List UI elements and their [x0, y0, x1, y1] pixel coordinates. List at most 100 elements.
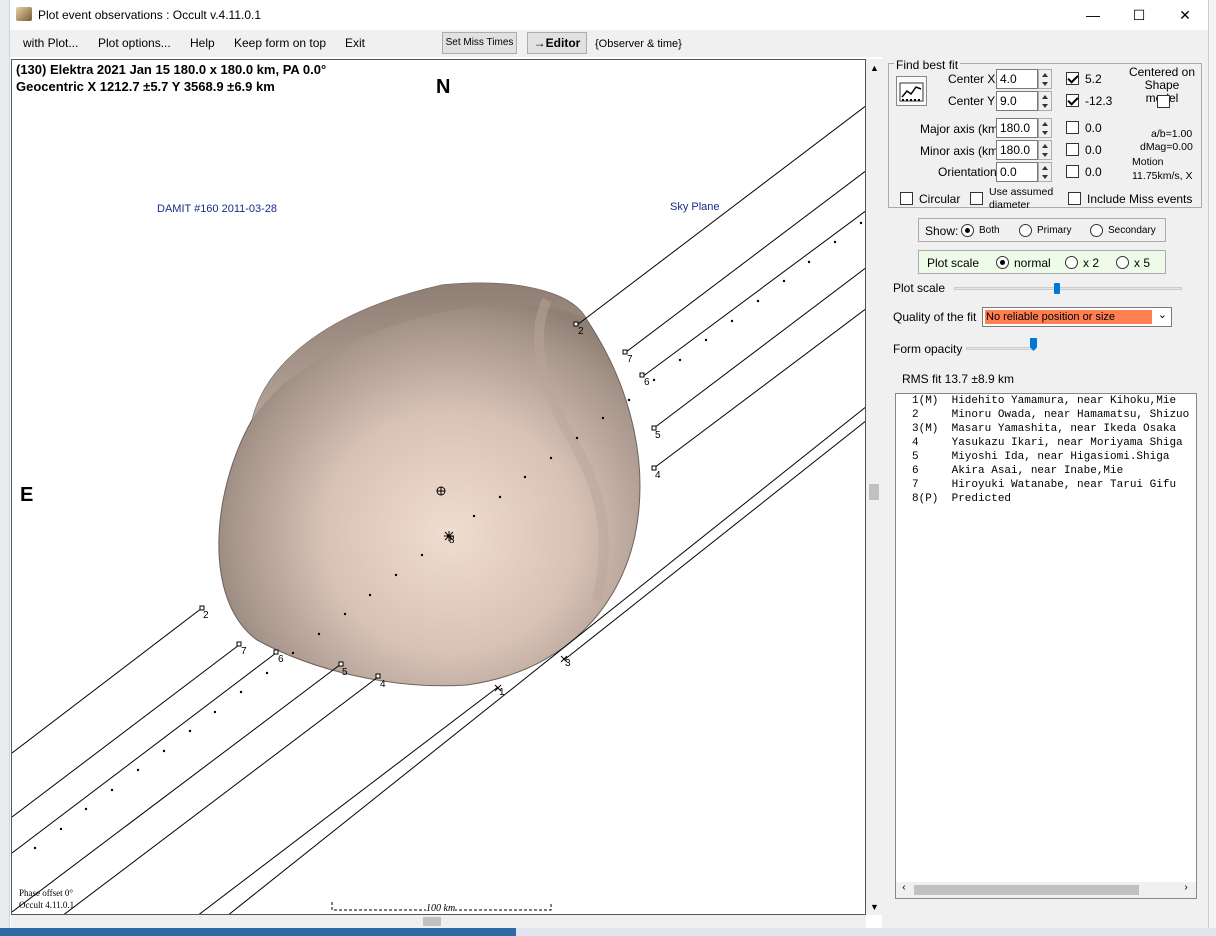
plot-graphic	[12, 105, 865, 914]
scale-bar-label: 100 km	[426, 903, 456, 914]
orientation-input[interactable]: 0.0	[996, 162, 1038, 182]
scroll-up-icon[interactable]: ▲	[870, 63, 879, 73]
quality-dropdown[interactable]: No reliable position or size ⌄	[982, 307, 1172, 327]
menu-exit[interactable]: Exit	[345, 36, 365, 50]
plot-vertical-scrollbar[interactable]: ▲ ▼	[866, 59, 882, 915]
fit-button[interactable]	[896, 76, 927, 106]
quality-value: No reliable position or size	[985, 310, 1152, 324]
menu-help[interactable]: Help	[190, 36, 215, 50]
sky-plane-label: Sky Plane	[670, 201, 720, 213]
menu-keep-on-top[interactable]: Keep form on top	[234, 36, 326, 50]
use-assumed-checkbox[interactable]	[970, 192, 983, 205]
plot-header-line1: (130) Elektra 2021 Jan 15 180.0 x 180.0 …	[16, 62, 327, 77]
center-y-label: Center Y	[948, 94, 996, 108]
scroll-left-icon[interactable]: ‹	[901, 883, 907, 894]
scale-normal-label: normal	[1014, 256, 1051, 270]
scroll-thumb[interactable]	[423, 917, 441, 926]
fit-chart-icon	[899, 82, 924, 102]
list-item[interactable]: 4 Yasukazu Ikari, near Moriyama Shiga	[912, 437, 1183, 449]
plot-scale-group-label: Plot scale	[927, 256, 980, 270]
version-label: Occult 4.11.0.1	[19, 900, 75, 910]
scroll-thumb[interactable]	[869, 484, 879, 500]
scale-x5-radio[interactable]	[1116, 256, 1129, 269]
list-item[interactable]: 8(P) Predicted	[912, 493, 1011, 505]
menu-with-plot[interactable]: with Plot...	[23, 36, 78, 50]
scroll-right-icon[interactable]: ›	[1183, 883, 1189, 894]
plot-scale-slider[interactable]	[1053, 283, 1060, 294]
scale-normal-radio[interactable]	[996, 256, 1009, 269]
observer-list[interactable]: 1(M) Hidehito Yamamura, near Kihoku,Mie …	[895, 393, 1197, 899]
chevron-down-icon: ⌄	[1157, 309, 1167, 321]
centered-on-shape-checkbox[interactable]	[1157, 95, 1170, 108]
motion-value: 11.75km/s, X	[1132, 170, 1193, 182]
major-axis-input[interactable]: 180.0	[996, 118, 1038, 138]
circular-checkbox[interactable]	[900, 192, 913, 205]
list-item[interactable]: 5 Miyoshi Ida, near Higasiomi.Shiga	[912, 451, 1169, 463]
plot-canvas[interactable]: (130) Elektra 2021 Jan 15 180.0 x 180.0 …	[11, 59, 866, 915]
list-item[interactable]: 1(M) Hidehito Yamamura, near Kihoku,Mie	[912, 395, 1176, 407]
title-bar: Plot event observations : Occult v.4.11.…	[10, 0, 1208, 30]
center-y-checkbox[interactable]	[1066, 94, 1079, 107]
minor-axis-checkbox[interactable]	[1066, 143, 1079, 156]
asteroid-shape	[218, 282, 641, 687]
window-title: Plot event observations : Occult v.4.11.…	[38, 8, 262, 22]
center-y-fit-value: -12.3	[1085, 94, 1113, 108]
major-axis-spinner[interactable]	[1038, 118, 1052, 138]
chord-label: 4	[655, 470, 661, 481]
list-item[interactable]: 7 Hiroyuki Watanabe, near Tarui Gifu	[912, 479, 1176, 491]
menu-plot-options[interactable]: Plot options...	[98, 36, 171, 50]
show-secondary-label: Secondary	[1108, 225, 1156, 236]
minimize-button[interactable]: —	[1070, 0, 1116, 30]
minor-axis-input[interactable]: 180.0	[996, 140, 1038, 160]
scale-x2-radio[interactable]	[1065, 256, 1078, 269]
center-x-checkbox[interactable]	[1066, 72, 1079, 85]
list-horizontal-scrollbar[interactable]: ‹ ›	[896, 882, 1196, 898]
scale-x5-label: x 5	[1134, 256, 1151, 270]
center-x-label: Center X	[948, 72, 996, 86]
chord-label: 1	[499, 687, 505, 698]
taskbar-edge	[0, 928, 1216, 936]
minor-axis-spinner[interactable]	[1038, 140, 1052, 160]
show-both-radio[interactable]	[961, 224, 974, 237]
motion-label: Motion	[1132, 156, 1164, 168]
plot-header-line2: Geocentric X 1212.7 ±5.7 Y 3568.9 ±6.9 k…	[16, 79, 275, 94]
show-primary-label: Primary	[1037, 225, 1072, 236]
app-icon	[16, 7, 32, 21]
scroll-down-icon[interactable]: ▼	[870, 902, 879, 912]
chord-label: 7	[241, 646, 247, 657]
east-label: E	[20, 484, 34, 506]
center-y-input[interactable]: 9.0	[996, 91, 1038, 111]
list-item[interactable]: 6 Akira Asai, near Inabe,Mie	[912, 465, 1123, 477]
set-miss-times-button[interactable]: Set Miss Times	[442, 32, 517, 54]
include-miss-checkbox[interactable]	[1068, 192, 1081, 205]
minor-axis-fit-value: 0.0	[1085, 143, 1102, 157]
chord-label: 6	[278, 654, 284, 665]
chord-label: 8	[449, 535, 455, 546]
show-primary-radio[interactable]	[1019, 224, 1032, 237]
include-miss-label: Include Miss events	[1087, 192, 1193, 206]
orientation-checkbox[interactable]	[1066, 165, 1079, 178]
editor-button[interactable]: →Editor	[527, 32, 587, 54]
show-label: Show:	[925, 224, 959, 238]
background-window-edge-right	[1208, 0, 1216, 936]
plot-horizontal-scrollbar[interactable]	[11, 915, 866, 928]
chord-label: 2	[578, 326, 584, 337]
major-axis-checkbox[interactable]	[1066, 121, 1079, 134]
chord-label: 6	[644, 377, 650, 388]
close-button[interactable]: ✕	[1162, 0, 1208, 30]
maximize-button[interactable]: ☐	[1116, 0, 1162, 30]
observer-time-label: {Observer & time}	[595, 38, 682, 50]
list-item[interactable]: 2 Minoru Owada, near Hamamatsu, Shizuo	[912, 409, 1189, 421]
center-x-spinner[interactable]	[1038, 69, 1052, 89]
chord-label: 5	[655, 430, 661, 441]
center-y-spinner[interactable]	[1038, 91, 1052, 111]
show-secondary-radio[interactable]	[1090, 224, 1103, 237]
rms-fit: RMS fit 13.7 ±8.9 km	[902, 372, 1014, 386]
chord-label: 2	[203, 610, 209, 621]
list-item[interactable]: 3(M) Masaru Yamashita, near Ikeda Osaka	[912, 423, 1176, 435]
center-x-input[interactable]: 4.0	[996, 69, 1038, 89]
chord-label: 7	[627, 354, 633, 365]
show-both-label: Both	[979, 225, 1000, 236]
scroll-thumb[interactable]	[914, 885, 1139, 895]
orientation-spinner[interactable]	[1038, 162, 1052, 182]
